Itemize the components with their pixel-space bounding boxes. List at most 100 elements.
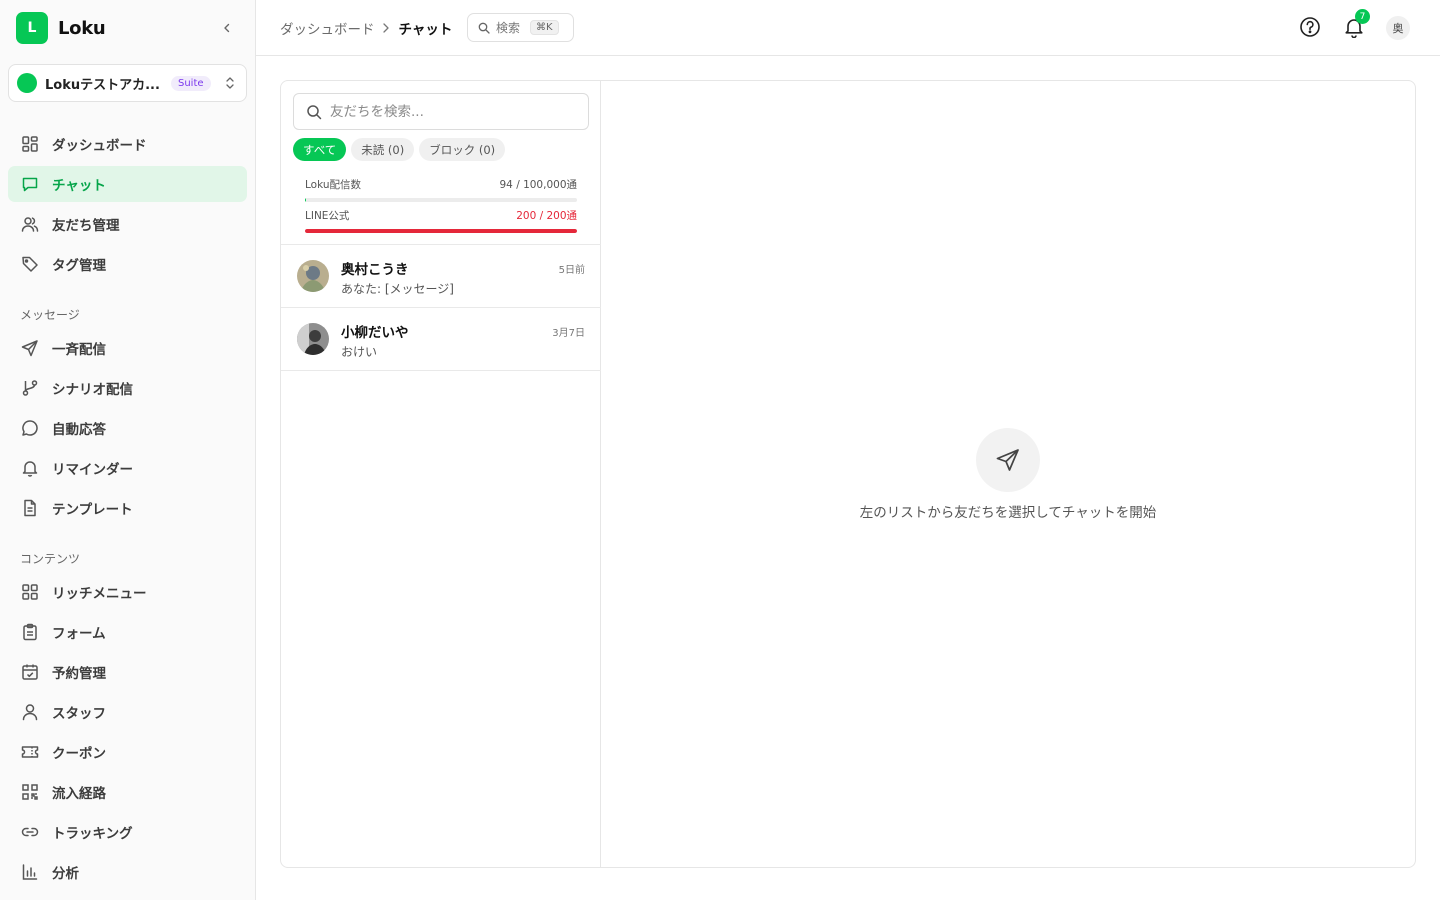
search-icon bbox=[307, 104, 322, 119]
branch-icon bbox=[20, 378, 40, 398]
sidebar-item-label: リマインダー bbox=[52, 462, 133, 478]
chat-list-item[interactable]: 小柳だいや おけい 3月7日 bbox=[281, 308, 601, 371]
sidebar-item-template[interactable]: テンプレート bbox=[8, 490, 247, 526]
divider bbox=[281, 370, 601, 371]
friend-avatar bbox=[297, 260, 329, 292]
filter-unread[interactable]: 未読 (0) bbox=[351, 138, 415, 161]
user-icon bbox=[20, 702, 40, 722]
friend-avatar bbox=[297, 323, 329, 355]
ticket-icon bbox=[20, 742, 40, 762]
help-icon bbox=[1300, 17, 1320, 37]
sidebar-item-label: クーポン bbox=[52, 746, 106, 762]
chevron-up-down-icon bbox=[222, 74, 238, 92]
sidebar-item-staff[interactable]: スタッフ bbox=[8, 694, 247, 730]
quota-value: 200 / 200通 bbox=[516, 210, 577, 222]
sidebar-item-scenario[interactable]: シナリオ配信 bbox=[8, 370, 247, 406]
sidebar-item-coupon[interactable]: クーポン bbox=[8, 734, 247, 770]
account-name: Lokuテストアカ... bbox=[45, 77, 160, 93]
plan-badge: Suite bbox=[171, 75, 211, 91]
sidebar-item-label: リッチメニュー bbox=[52, 586, 147, 602]
sidebar-item-dashboard[interactable]: ダッシュボード bbox=[8, 126, 247, 162]
sidebar-item-richmenu[interactable]: リッチメニュー bbox=[8, 574, 247, 610]
user-avatar[interactable]: 奥 bbox=[1386, 16, 1410, 40]
sidebar-item-booking[interactable]: 予約管理 bbox=[8, 654, 247, 690]
sidebar-item-form[interactable]: フォーム bbox=[8, 614, 247, 650]
quota-progress-track bbox=[305, 198, 577, 202]
bar-chart-icon bbox=[20, 862, 40, 882]
qr-icon bbox=[20, 782, 40, 802]
sidebar-item-label: ダッシュボード bbox=[52, 138, 147, 154]
sidebar-item-tracking[interactable]: トラッキング bbox=[8, 814, 247, 850]
quota-progress-fill bbox=[305, 229, 577, 233]
app-logo: L bbox=[16, 12, 48, 44]
breadcrumb-current: チャット bbox=[398, 22, 453, 38]
tag-icon bbox=[20, 254, 40, 274]
chevron-left-icon bbox=[224, 23, 230, 33]
section-label-content: コンテンツ bbox=[20, 552, 81, 566]
file-icon bbox=[20, 498, 40, 518]
calendar-icon bbox=[20, 662, 40, 682]
account-switcher[interactable]: Lokuテストアカ... Suite bbox=[8, 64, 247, 102]
sidebar-item-label: チャット bbox=[52, 178, 106, 194]
app-name: Loku bbox=[58, 17, 106, 39]
sidebar-item-analytics[interactable]: 分析 bbox=[8, 854, 247, 890]
search-label: 検索 bbox=[496, 21, 521, 35]
sidebar-item-label: シナリオ配信 bbox=[52, 382, 133, 398]
friend-name: 小柳だいや bbox=[341, 325, 409, 341]
chevron-right-icon bbox=[382, 22, 392, 34]
sidebar-item-chat[interactable]: チャット bbox=[8, 166, 247, 202]
chat-empty-state: 左のリストから友だちを選択してチャットを開始 bbox=[601, 81, 1415, 867]
friend-search-box[interactable] bbox=[293, 93, 589, 130]
sidebar-item-label: スタッフ bbox=[52, 706, 106, 722]
message-circle-icon bbox=[20, 418, 40, 438]
topbar: ダッシュボード チャット 検索 ⌘K 7 奥 bbox=[256, 0, 1440, 56]
notification-count-badge: 7 bbox=[1355, 9, 1370, 24]
sidebar-item-label: 分析 bbox=[52, 866, 79, 882]
send-icon bbox=[20, 338, 40, 358]
brand[interactable]: L Loku bbox=[16, 12, 106, 44]
bell-icon bbox=[20, 458, 40, 478]
sidebar-item-autoreply[interactable]: 自動応答 bbox=[8, 410, 247, 446]
line-quota: LINE公式 200 / 200通 bbox=[305, 208, 577, 233]
chat-list-item[interactable]: 奥村こうき あなた: [メッセージ] 5日前 bbox=[281, 245, 601, 308]
sidebar: L Loku Lokuテストアカ... Suite ダッシュボード チャット 友… bbox=[0, 0, 256, 900]
collapse-sidebar-button[interactable] bbox=[216, 17, 238, 39]
sidebar-item-label: タグ管理 bbox=[52, 258, 106, 274]
sidebar-item-label: 自動応答 bbox=[52, 422, 106, 438]
last-message-preview: おけい bbox=[341, 345, 378, 359]
sidebar-item-source[interactable]: 流入経路 bbox=[8, 774, 247, 810]
section-label-message: メッセージ bbox=[20, 308, 80, 322]
sidebar-item-reminder[interactable]: リマインダー bbox=[8, 450, 247, 486]
grid-icon bbox=[20, 582, 40, 602]
filter-tabs: すべて 未読 (0) ブロック (0) bbox=[293, 138, 510, 161]
notifications-button[interactable]: 7 bbox=[1341, 9, 1370, 40]
last-message-preview: あなた: [メッセージ] bbox=[341, 282, 454, 296]
sidebar-item-friends[interactable]: 友だち管理 bbox=[8, 206, 247, 242]
friend-search-input[interactable] bbox=[330, 103, 570, 120]
search-shortcut: ⌘K bbox=[530, 20, 559, 35]
search-icon bbox=[478, 22, 490, 34]
quota-label: Loku配信数 bbox=[305, 179, 362, 191]
help-button[interactable] bbox=[1297, 14, 1323, 40]
sidebar-item-tags[interactable]: タグ管理 bbox=[8, 246, 247, 282]
quota-label: LINE公式 bbox=[305, 210, 350, 222]
sidebar-item-label: トラッキング bbox=[52, 826, 133, 842]
chat-list-pane: すべて 未読 (0) ブロック (0) Loku配信数 94 / 100,000… bbox=[281, 81, 601, 867]
sidebar-item-label: 予約管理 bbox=[52, 666, 106, 682]
filter-blocked[interactable]: ブロック (0) bbox=[419, 138, 506, 161]
sidebar-item-label: フォーム bbox=[52, 626, 106, 642]
loku-quota: Loku配信数 94 / 100,000通 bbox=[305, 177, 577, 202]
empty-state-text: 左のリストから友だちを選択してチャットを開始 bbox=[859, 505, 1157, 521]
friend-name: 奥村こうき bbox=[341, 262, 409, 278]
sidebar-item-label: 友だち管理 bbox=[52, 218, 120, 234]
account-avatar bbox=[17, 73, 37, 93]
breadcrumb-dashboard[interactable]: ダッシュボード bbox=[280, 18, 375, 38]
quota-value: 94 / 100,000通 bbox=[499, 179, 578, 191]
global-search-button[interactable]: 検索 ⌘K bbox=[467, 13, 574, 42]
clipboard-icon bbox=[20, 622, 40, 642]
grid-icon bbox=[20, 134, 40, 154]
sidebar-item-broadcast[interactable]: 一斉配信 bbox=[8, 330, 247, 366]
sidebar-item-label: テンプレート bbox=[52, 502, 133, 518]
filter-all[interactable]: すべて bbox=[293, 138, 347, 161]
chat-panel: すべて 未読 (0) ブロック (0) Loku配信数 94 / 100,000… bbox=[280, 80, 1416, 868]
